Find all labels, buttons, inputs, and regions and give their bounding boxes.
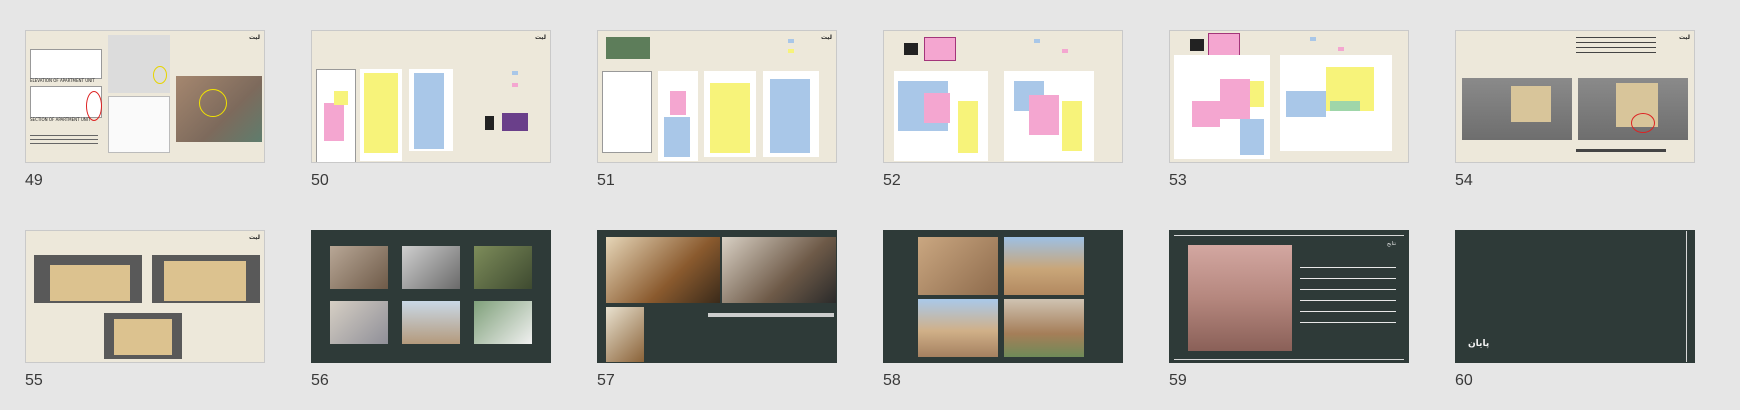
plan-panel-1: [602, 71, 652, 153]
red-highlight-circle: [86, 91, 102, 121]
yellow-zone: [710, 83, 750, 153]
building-render-1: [50, 265, 130, 301]
elevation-drawing: [30, 49, 102, 79]
slide-number-54: 54: [1455, 172, 1473, 189]
key-marker: [904, 43, 918, 55]
slide-thumbnail-53[interactable]: [1169, 30, 1409, 163]
legend-blue: [512, 71, 518, 75]
blue-zone: [414, 73, 444, 149]
yellow-zone: [958, 101, 978, 153]
slide-thumbnail-55[interactable]: لیت: [25, 230, 265, 363]
key-plan: [606, 37, 650, 59]
building-render-2: [164, 261, 246, 301]
key-plan: [1208, 33, 1240, 57]
axonometric-drawing: [108, 35, 170, 93]
legend-blue: [788, 39, 794, 43]
slide-thumbnail-49[interactable]: لیت ELEVATION OF APARTMENT UNIT SECTION …: [25, 30, 265, 163]
exterior-photo-5: [402, 301, 460, 344]
yellow-zone: [364, 73, 398, 153]
slide-number-56: 56: [311, 372, 329, 389]
slide-number-55: 55: [25, 372, 43, 389]
pink-zone: [1192, 101, 1220, 127]
yellow-highlight-circle: [153, 66, 167, 84]
legend-blue: [1310, 37, 1316, 41]
blue-zone: [1286, 91, 1326, 117]
key-marker: [1190, 39, 1204, 51]
blue-zone: [770, 79, 810, 153]
vertical-accent-line: [1686, 231, 1687, 362]
slide-thumbnail-57[interactable]: [597, 230, 837, 363]
key-plan: [924, 37, 956, 61]
slide-number-57: 57: [597, 372, 615, 389]
slide-number-49: 49: [25, 172, 43, 189]
slide-thumbnail-60[interactable]: پایان: [1455, 230, 1695, 363]
section-label: SECTION OF APARTMENT UNIT: [30, 117, 91, 122]
legend-pink: [1062, 49, 1068, 53]
facade-photo: [1004, 299, 1084, 357]
slide-thumbnail-51[interactable]: لیت: [597, 30, 837, 163]
slide-thumbnail-58[interactable]: [883, 230, 1123, 363]
end-title: پایان: [1468, 339, 1490, 349]
slide-number-50: 50: [311, 172, 329, 189]
slide-number-52: 52: [883, 172, 901, 189]
slide-logo: لیت: [534, 34, 546, 41]
legend-pink: [512, 83, 518, 87]
bullet-lines: [1300, 267, 1396, 323]
tower-photo: [1188, 245, 1292, 351]
interior-photo-2: [722, 237, 836, 303]
old-city-photo: [918, 237, 998, 295]
pink-zone: [1029, 95, 1059, 135]
interior-photo-4: [330, 301, 388, 344]
slide-logo: لیت: [248, 234, 260, 241]
courtyard-photo: [1004, 237, 1084, 295]
pink-zone: [324, 103, 344, 141]
slide-thumbnail-56[interactable]: [311, 230, 551, 363]
slide-number-59: 59: [1169, 372, 1187, 389]
slide-caption-lines: [1576, 149, 1666, 152]
legend-blue: [1034, 39, 1040, 43]
yellow-zone: [1062, 101, 1082, 151]
elevation-label: ELEVATION OF APARTMENT UNIT: [30, 78, 95, 83]
slide-text-lines: [1576, 37, 1656, 55]
red-highlight-circle: [1631, 113, 1655, 133]
slide-heading: نتایج: [1386, 241, 1396, 247]
slide-thumbnail-59[interactable]: نتایج: [1169, 230, 1409, 363]
slide-logo: لیت: [820, 34, 832, 41]
slide-logo: لیت: [1678, 34, 1690, 41]
green-zone: [1330, 101, 1360, 111]
stair-photo: [606, 307, 644, 362]
pink-zone: [1220, 79, 1250, 119]
yellow-site-circle: [199, 89, 227, 117]
key-marker: [485, 116, 494, 130]
slide-logo: لیت: [248, 34, 260, 41]
slide-number-53: 53: [1169, 172, 1187, 189]
interior-photo-6: [474, 301, 532, 344]
building-render-3: [114, 319, 172, 355]
slide-thumbnail-50[interactable]: لیت: [311, 30, 551, 163]
slide-number-60: 60: [1455, 372, 1473, 389]
yellow-zone: [1250, 81, 1264, 107]
interior-photo-1: [606, 237, 720, 303]
pink-zone: [670, 91, 686, 115]
yellow-zone: [334, 91, 348, 105]
slide-caption-lines: [30, 135, 98, 145]
slide-number-51: 51: [597, 172, 615, 189]
blue-zone: [664, 117, 690, 157]
interior-photo-3: [474, 246, 532, 289]
courtyard-photo-2: [918, 299, 998, 357]
slide-thumbnail-52[interactable]: [883, 30, 1123, 163]
interior-photo-2: [402, 246, 460, 289]
detail-drawing: [108, 96, 170, 153]
slide-thumbnail-54[interactable]: لیت: [1455, 30, 1695, 163]
render-building-1: [1511, 86, 1551, 122]
legend-yellow: [788, 49, 794, 53]
slide-number-58: 58: [883, 372, 901, 389]
key-plan: [502, 113, 528, 131]
pink-zone: [924, 93, 950, 123]
legend-pink: [1338, 47, 1344, 51]
slide-caption-lines: [708, 313, 834, 317]
interior-photo-1: [330, 246, 388, 289]
blue-zone: [1240, 119, 1264, 155]
